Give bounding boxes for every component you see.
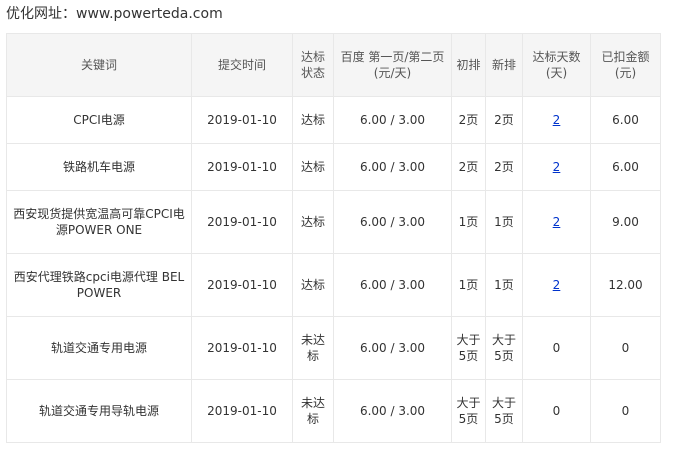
days-link[interactable]: 2 [553,160,561,174]
cell-new-rank: 2页 [485,143,523,191]
header-initial-rank: 初排 [451,33,486,97]
cell-deducted: 12.00 [590,253,661,317]
cell-initial-rank: 1页 [451,190,486,254]
site-url: www.powerteda.com [76,6,223,22]
cell-deducted: 0 [590,379,661,443]
cell-keyword: 轨道交通专用导轨电源 [6,379,192,443]
cell-days: 0 [522,316,591,380]
site-url-label: 优化网址： [6,6,76,22]
days-link[interactable]: 2 [553,113,561,127]
cell-days: 2 [522,96,591,144]
header-status: 达标状态 [292,33,334,97]
cell-deducted: 9.00 [590,190,661,254]
cell-submit-time: 2019-01-10 [191,316,293,380]
days-link[interactable]: 2 [553,215,561,229]
cell-price: 6.00 / 3.00 [333,190,452,254]
cell-days: 2 [522,253,591,317]
cell-new-rank: 1页 [485,190,523,254]
cell-submit-time: 2019-01-10 [191,379,293,443]
header-new-rank: 新排 [485,33,523,97]
cell-submit-time: 2019-01-10 [191,96,293,144]
cell-submit-time: 2019-01-10 [191,253,293,317]
header-submit-time: 提交时间 [191,33,293,97]
cell-days: 2 [522,190,591,254]
cell-keyword: CPCI电源 [6,96,192,144]
cell-initial-rank: 大于5页 [451,379,486,443]
cell-initial-rank: 1页 [451,253,486,317]
cell-new-rank: 2页 [485,96,523,144]
cell-deducted: 6.00 [590,143,661,191]
table-row: 铁路机车电源 2019-01-10 达标 6.00 / 3.00 2页 2页 2… [6,143,661,191]
cell-initial-rank: 2页 [451,143,486,191]
cell-status: 未达标 [292,316,334,380]
keyword-ranking-table: 关键词 提交时间 达标状态 百度 第一页/第二页(元/天) 初排 新排 达标天数… [6,33,661,443]
cell-keyword: 西安现货提供宽温高可靠CPCI电源POWER ONE [6,190,192,254]
cell-keyword: 铁路机车电源 [6,143,192,191]
cell-status: 达标 [292,190,334,254]
table-row: 西安代理铁路cpci电源代理 BEL POWER 2019-01-10 达标 6… [6,253,661,317]
cell-price: 6.00 / 3.00 [333,143,452,191]
cell-submit-time: 2019-01-10 [191,190,293,254]
cell-new-rank: 大于5页 [485,379,523,443]
header-keyword: 关键词 [6,33,192,97]
days-link[interactable]: 2 [553,278,561,292]
cell-initial-rank: 2页 [451,96,486,144]
cell-keyword: 西安代理铁路cpci电源代理 BEL POWER [6,253,192,317]
header-baidu-price: 百度 第一页/第二页(元/天) [333,33,452,97]
cell-keyword: 轨道交通专用电源 [6,316,192,380]
table-row: CPCI电源 2019-01-10 达标 6.00 / 3.00 2页 2页 2… [6,96,661,144]
cell-initial-rank: 大于5页 [451,316,486,380]
header-days: 达标天数(天) [522,33,591,97]
cell-status: 达标 [292,143,334,191]
header-deducted: 已扣金额(元) [590,33,661,97]
cell-status: 达标 [292,96,334,144]
cell-days: 0 [522,379,591,443]
site-url-line: 优化网址：www.powerteda.com [6,4,223,24]
table-row: 轨道交通专用导轨电源 2019-01-10 未达标 6.00 / 3.00 大于… [6,379,661,443]
cell-status: 未达标 [292,379,334,443]
cell-price: 6.00 / 3.00 [333,316,452,380]
cell-price: 6.00 / 3.00 [333,96,452,144]
cell-days: 2 [522,143,591,191]
cell-status: 达标 [292,253,334,317]
cell-new-rank: 1页 [485,253,523,317]
table-header-row: 关键词 提交时间 达标状态 百度 第一页/第二页(元/天) 初排 新排 达标天数… [6,33,661,97]
cell-deducted: 0 [590,316,661,380]
cell-new-rank: 大于5页 [485,316,523,380]
cell-submit-time: 2019-01-10 [191,143,293,191]
cell-deducted: 6.00 [590,96,661,144]
table-row: 轨道交通专用电源 2019-01-10 未达标 6.00 / 3.00 大于5页… [6,316,661,380]
table-row: 西安现货提供宽温高可靠CPCI电源POWER ONE 2019-01-10 达标… [6,190,661,254]
cell-price: 6.00 / 3.00 [333,253,452,317]
cell-price: 6.00 / 3.00 [333,379,452,443]
